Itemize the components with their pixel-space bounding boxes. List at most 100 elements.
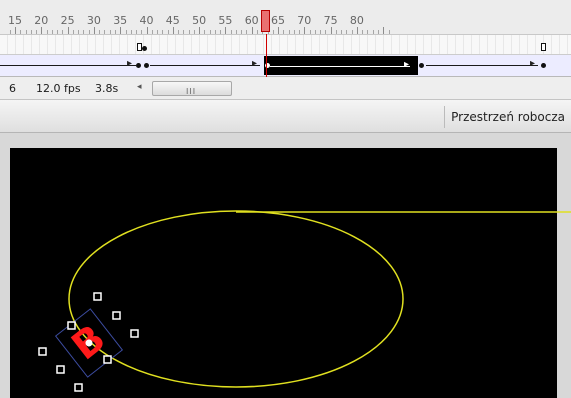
ruler-tick bbox=[335, 30, 337, 34]
transform-handle-top-left[interactable] bbox=[67, 321, 76, 330]
transform-handle-top-right[interactable] bbox=[112, 311, 121, 320]
ruler-tick bbox=[346, 30, 348, 34]
ruler-tick bbox=[172, 27, 174, 34]
ruler-tick bbox=[188, 30, 190, 34]
ruler-tick bbox=[320, 30, 322, 34]
transform-handle-bottom-left[interactable] bbox=[56, 365, 65, 374]
transform-handle-bottom-right[interactable] bbox=[103, 355, 112, 364]
ruler-tick bbox=[341, 30, 343, 34]
motion-path-ellipse[interactable] bbox=[68, 210, 404, 388]
ruler-tick bbox=[141, 30, 143, 34]
ruler-tick bbox=[209, 30, 211, 34]
frame-rate-readout[interactable]: 12.0 fps bbox=[36, 82, 81, 95]
timeline-layer-row-upper[interactable] bbox=[0, 35, 571, 55]
ruler-tick bbox=[251, 27, 253, 34]
ruler-tick bbox=[257, 30, 258, 34]
selected-frame-span[interactable]: ▸ bbox=[264, 56, 418, 75]
ruler-frame-label: 80 bbox=[349, 14, 364, 27]
ruler-tick bbox=[167, 30, 169, 34]
ruler-tick bbox=[109, 30, 111, 34]
keyframe-marker[interactable] bbox=[142, 46, 147, 51]
transform-handle-left[interactable] bbox=[38, 347, 47, 356]
empty-keyframe-marker-end[interactable] bbox=[541, 43, 546, 51]
ruler-tick bbox=[25, 30, 27, 34]
ruler-tick bbox=[383, 27, 385, 34]
selected-tween-arrow: ▸ bbox=[404, 59, 410, 70]
tween-arrow-right: ▸ bbox=[530, 58, 536, 69]
ruler-tick bbox=[283, 30, 285, 34]
ruler-tick bbox=[193, 30, 195, 34]
ruler-frame-label: 65 bbox=[271, 14, 285, 27]
ruler-tick bbox=[83, 30, 85, 34]
ruler-tick bbox=[99, 30, 101, 34]
edit-bar: Przestrzeń robocza bbox=[0, 100, 571, 133]
ruler-tick bbox=[372, 30, 374, 34]
timeline-ruler[interactable]: 15 20 25 30 35 40 45 50 55 60 65 70 75 80 bbox=[0, 0, 571, 35]
tween-line-right bbox=[426, 65, 538, 66]
stage-artwork: B bbox=[38, 210, 571, 392]
ruler-tick bbox=[78, 30, 80, 34]
tween-keyframe-b[interactable] bbox=[144, 63, 149, 68]
timeline-horizontal-scrollbar[interactable]: III bbox=[152, 81, 232, 96]
transform-handle-top[interactable] bbox=[93, 292, 102, 301]
tween-arrow-left: ▸ bbox=[127, 58, 133, 69]
ruler-tick bbox=[246, 30, 248, 34]
ruler-tick bbox=[235, 30, 237, 34]
ruler-tick bbox=[220, 30, 222, 34]
ruler-tick bbox=[20, 30, 22, 34]
ruler-tick bbox=[204, 30, 206, 34]
workspace-switcher-button[interactable]: Przestrzeń robocza bbox=[444, 106, 571, 128]
tween-arrow-mid: ▸ bbox=[252, 58, 258, 69]
ruler-tick bbox=[41, 27, 43, 34]
ruler-tick bbox=[351, 30, 353, 34]
ruler-tick bbox=[136, 30, 137, 34]
tween-line-left bbox=[0, 65, 136, 66]
ruler-tick bbox=[293, 30, 295, 34]
scroll-thumb-grip-icon: III bbox=[186, 87, 197, 96]
ruler-tick bbox=[51, 30, 53, 34]
ruler-tick bbox=[241, 30, 243, 34]
ruler-tick bbox=[304, 27, 306, 34]
ruler-tick bbox=[325, 30, 327, 34]
ruler-tick bbox=[104, 30, 106, 34]
ruler-tick bbox=[314, 30, 316, 34]
elapsed-time-readout: 3.8s bbox=[95, 82, 119, 95]
stage-canvas[interactable]: B bbox=[10, 148, 571, 398]
ruler-frame-label: 20 bbox=[34, 14, 49, 27]
ruler-tick bbox=[278, 27, 279, 34]
ruler-tick bbox=[72, 30, 74, 34]
ruler-frame-label: 75 bbox=[323, 14, 338, 27]
ruler-tick bbox=[93, 27, 95, 34]
current-frame-readout: 6 bbox=[9, 82, 16, 95]
ruler-frame-label: 40 bbox=[139, 14, 154, 27]
ruler-tick bbox=[356, 27, 358, 34]
ruler-tick bbox=[114, 30, 116, 34]
ruler-frame-label: 60 bbox=[244, 14, 259, 27]
ruler-tick bbox=[30, 30, 32, 34]
ruler-tick bbox=[299, 30, 300, 34]
ruler-tick bbox=[388, 30, 390, 34]
ruler-tick bbox=[362, 30, 364, 34]
ruler-tick bbox=[67, 27, 69, 34]
ruler-frame-label: 50 bbox=[192, 14, 207, 27]
scroll-left-arrow-icon[interactable]: ◂ bbox=[137, 82, 142, 92]
ruler-tick bbox=[199, 27, 201, 34]
transform-handle-bottom[interactable] bbox=[74, 383, 83, 392]
ruler-tick bbox=[330, 27, 332, 34]
tween-keyframe-c[interactable] bbox=[419, 63, 424, 68]
ruler-frame-label: 25 bbox=[60, 14, 75, 27]
ruler-tick bbox=[15, 27, 16, 34]
transform-handle-right[interactable] bbox=[130, 329, 139, 338]
ruler-tick bbox=[36, 30, 37, 34]
ruler-tick bbox=[62, 30, 64, 34]
ruler-tick bbox=[125, 30, 127, 34]
ruler-tick bbox=[288, 30, 290, 34]
ruler-tick bbox=[157, 30, 158, 34]
tween-keyframe-end[interactable] bbox=[541, 63, 546, 68]
playhead-handle[interactable] bbox=[261, 10, 270, 32]
ruler-tick bbox=[214, 30, 216, 34]
tween-keyframe-a[interactable] bbox=[136, 63, 141, 68]
timeline-status-bar: 6 12.0 fps 3.8s ◂ III bbox=[0, 77, 571, 100]
ruler-tick bbox=[309, 30, 311, 34]
ruler-tick bbox=[151, 30, 153, 34]
